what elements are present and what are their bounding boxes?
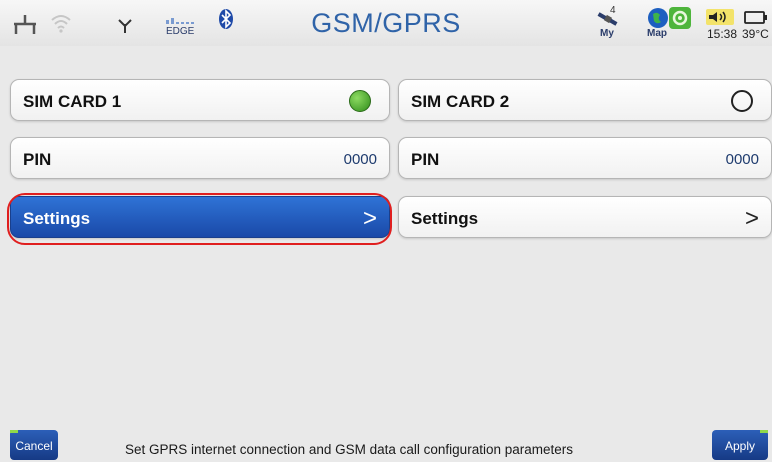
apply-button-label: Apply — [724, 439, 756, 453]
chevron-right-icon: > — [744, 205, 759, 232]
battery-icon — [744, 11, 767, 24]
sim1-pin-field[interactable]: PIN 0000 — [10, 137, 390, 179]
sim1-settings-button[interactable]: Settings > — [10, 196, 390, 238]
sim1-settings-label: Settings — [23, 209, 91, 228]
settings-gear-icon[interactable] — [668, 6, 692, 30]
signal-bars-icon — [166, 18, 194, 24]
status-bar: EDGE GSM/GPRS 4 My Map 15:38 39°C — [0, 0, 772, 46]
bottom-bar: Cancel Set GPRS internet connection and … — [0, 420, 772, 462]
chevron-right-icon: > — [362, 205, 377, 232]
sim2-pin-field[interactable]: PIN 0000 — [398, 137, 772, 179]
bluetooth-icon — [219, 9, 233, 29]
cancel-button-label: Cancel — [15, 439, 53, 453]
apply-button[interactable]: Apply — [712, 430, 768, 460]
speaker-icon[interactable] — [706, 9, 734, 25]
ethernet-icon — [14, 15, 36, 34]
sim2-card-label: SIM CARD 2 — [411, 92, 510, 111]
help-hint-text: Set GPRS internet connection and GSM dat… — [125, 442, 573, 457]
satellite-icon[interactable] — [596, 10, 620, 28]
sim2-settings-label: Settings — [411, 209, 479, 228]
page-title: GSM/GPRS — [311, 8, 461, 38]
sim2-card-toggle[interactable]: SIM CARD 2 — [398, 79, 772, 121]
sim2-pin-value: 0000 — [725, 151, 759, 168]
antenna-icon — [118, 19, 132, 33]
network-type-label: EDGE — [166, 26, 195, 37]
sim1-pin-value: 0000 — [343, 151, 377, 168]
cancel-button-notch — [10, 430, 18, 433]
sim2-pin-label: PIN — [411, 150, 440, 169]
sim2-settings-button[interactable]: Settings > — [398, 196, 772, 238]
sim1-card-toggle[interactable]: SIM CARD 1 — [10, 79, 390, 121]
sim1-card-label: SIM CARD 1 — [23, 92, 122, 111]
cancel-button[interactable]: Cancel — [10, 430, 58, 460]
map-label: Map — [647, 28, 667, 39]
apply-button-notch — [760, 430, 768, 433]
wifi-icon — [51, 15, 71, 33]
my-position-label: My — [600, 28, 614, 39]
temperature-readout: 39°C — [742, 27, 769, 41]
sim1-pin-label: PIN — [23, 150, 52, 169]
sim1-status-led-icon — [349, 90, 371, 112]
sim2-status-led-icon — [731, 90, 753, 112]
globe-map-icon[interactable] — [647, 7, 669, 29]
clock-time: 15:38 — [707, 27, 738, 41]
